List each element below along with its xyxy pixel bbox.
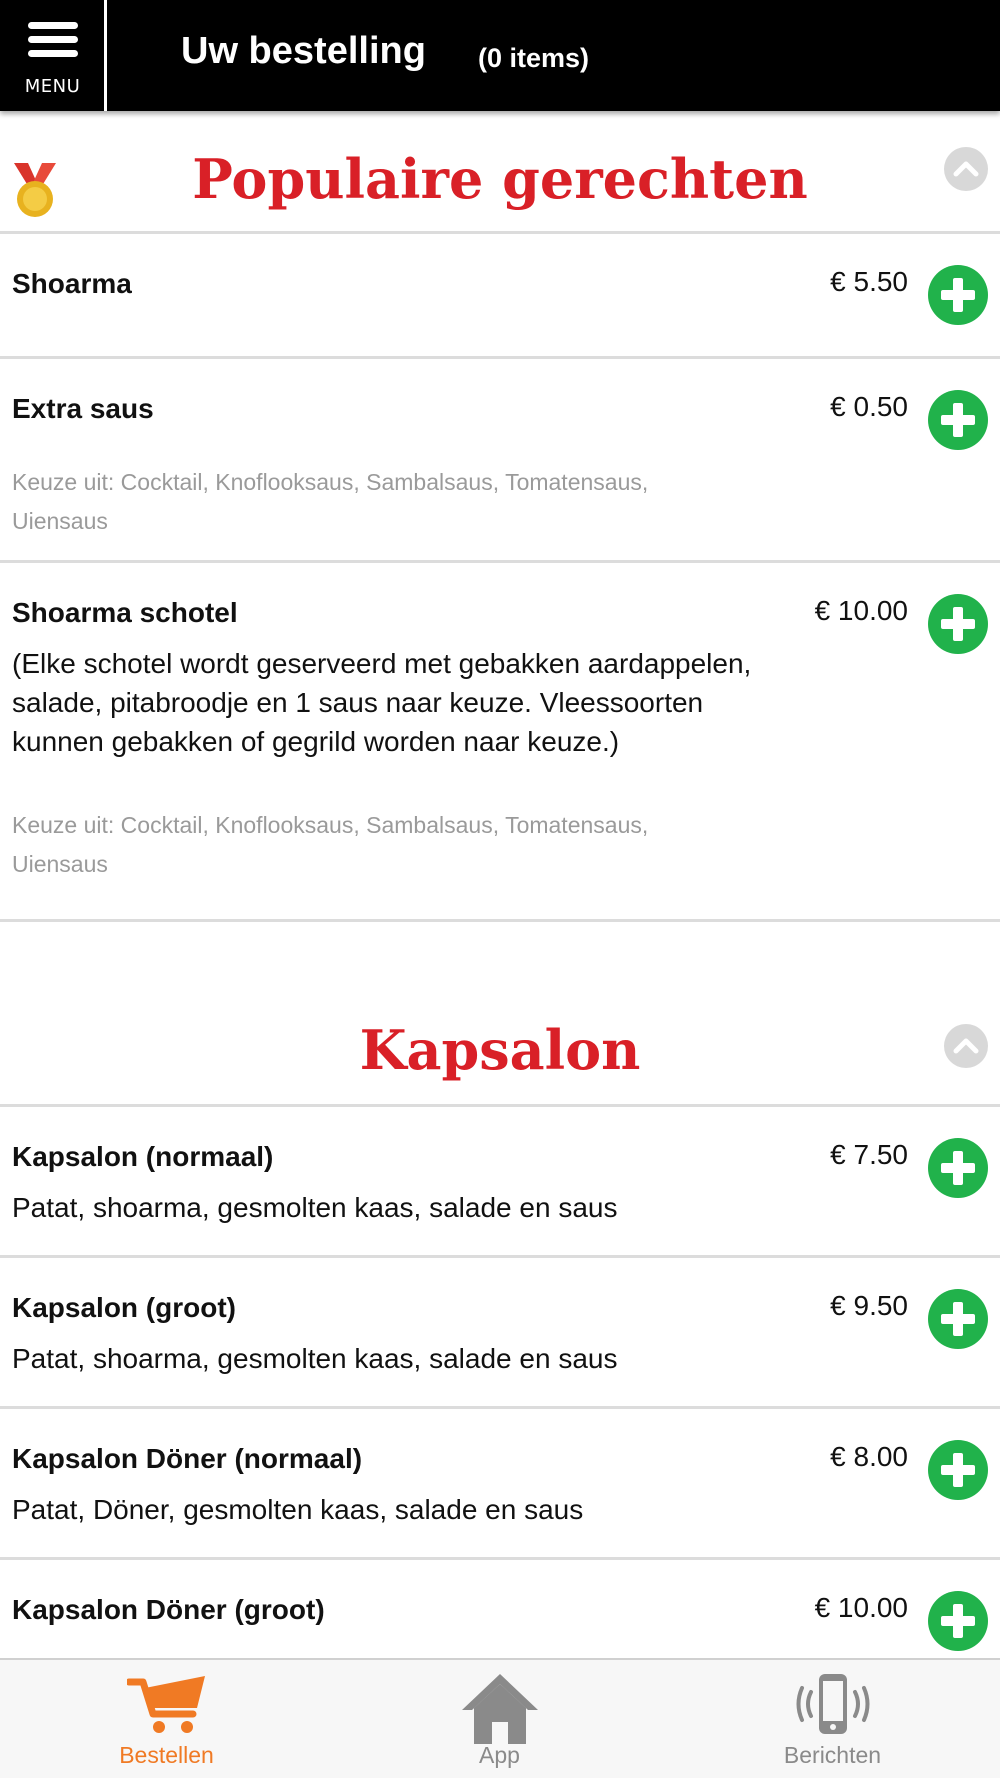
section-title: Populaire gerechten: [192, 147, 808, 211]
add-to-order-button[interactable]: [928, 1138, 988, 1198]
item-name: Kapsalon (normaal): [12, 1141, 274, 1172]
home-icon: [461, 1674, 538, 1744]
section-header-populaire: Populaire gerechten: [0, 111, 1000, 234]
menu-label: MENU: [24, 76, 81, 97]
item-price: € 10.00: [814, 1592, 908, 1623]
add-to-order-button[interactable]: [928, 390, 988, 450]
item-name: Extra saus: [12, 393, 154, 424]
menu-item: Extra saus € 0.50 Keuze uit: Cocktail, K…: [0, 359, 1000, 563]
add-to-order-button[interactable]: [928, 1289, 988, 1349]
add-to-order-button[interactable]: [928, 265, 988, 325]
item-price: € 5.50: [830, 266, 908, 297]
hamburger-icon: [28, 22, 78, 62]
menu-item: Shoarma schotel € 10.00 (Elke schotel wo…: [0, 563, 1000, 922]
chevron-up-icon: [953, 161, 979, 177]
item-description: Patat, shoarma, gesmolten kaas, salade e…: [12, 1343, 618, 1374]
item-price: € 10.00: [814, 595, 908, 626]
tab-app[interactable]: App: [333, 1660, 666, 1780]
add-to-order-button[interactable]: [928, 594, 988, 654]
add-to-order-button[interactable]: [928, 1591, 988, 1651]
menu-item: Kapsalon Döner (normaal) € 8.00 Patat, D…: [0, 1409, 1000, 1560]
bottom-tab-bar: Bestellen App Berichten: [0, 1658, 1000, 1778]
order-item-count: (0 items): [478, 43, 590, 73]
tab-label: Berichten: [783, 1742, 882, 1768]
collapse-section-button[interactable]: [944, 1024, 988, 1068]
tab-label: Bestellen: [119, 1742, 214, 1768]
section-header-kapsalon: Kapsalon: [0, 1016, 1000, 1107]
item-options: Keuze uit: Cocktail, Knoflooksaus, Samba…: [12, 812, 649, 877]
item-price: € 0.50: [830, 391, 908, 422]
phone-vibrate-icon: [796, 1674, 869, 1734]
top-bar: MENU Uw bestelling (0 items): [0, 0, 1000, 111]
item-price: € 9.50: [830, 1290, 908, 1321]
tab-berichten[interactable]: Berichten: [666, 1660, 999, 1780]
item-price: € 8.00: [830, 1441, 908, 1472]
collapse-section-button[interactable]: [944, 147, 988, 191]
section-title: Kapsalon: [359, 1018, 641, 1082]
tab-bestellen[interactable]: Bestellen: [0, 1660, 333, 1780]
item-name: Kapsalon Döner (normaal): [12, 1443, 363, 1474]
menu-item: Shoarma € 5.50: [0, 234, 1000, 359]
item-name: Shoarma schotel: [12, 597, 238, 628]
item-name: Shoarma: [12, 268, 132, 299]
item-options: Keuze uit: Cocktail, Knoflooksaus, Samba…: [12, 469, 649, 534]
item-price: € 7.50: [830, 1139, 908, 1170]
menu-list[interactable]: Populaire gerechten Shoarma € 5.50 Extra…: [0, 111, 1000, 1658]
item-name: Kapsalon Döner (groot): [12, 1594, 325, 1625]
menu-item: Kapsalon (normaal) € 7.50 Patat, shoarma…: [0, 1107, 1000, 1258]
page-title: Uw bestelling: [181, 30, 426, 72]
item-name: Kapsalon (groot): [12, 1292, 236, 1323]
add-to-order-button[interactable]: [928, 1440, 988, 1500]
cart-icon: [126, 1676, 205, 1733]
menu-item: Kapsalon (groot) € 9.50 Patat, shoarma, …: [0, 1258, 1000, 1409]
item-description: Patat, shoarma, gesmolten kaas, salade e…: [12, 1192, 618, 1223]
chevron-up-icon: [953, 1038, 979, 1054]
medal-icon: [14, 163, 56, 217]
tab-label: App: [479, 1742, 520, 1768]
item-description: Patat, Döner, gesmolten kaas, salade en …: [12, 1494, 584, 1525]
menu-button[interactable]: MENU: [0, 0, 107, 111]
item-description: (Elke schotel wordt geserveerd met gebak…: [12, 648, 752, 757]
menu-item: Kapsalon Döner (groot) € 10.00: [0, 1560, 1000, 1658]
